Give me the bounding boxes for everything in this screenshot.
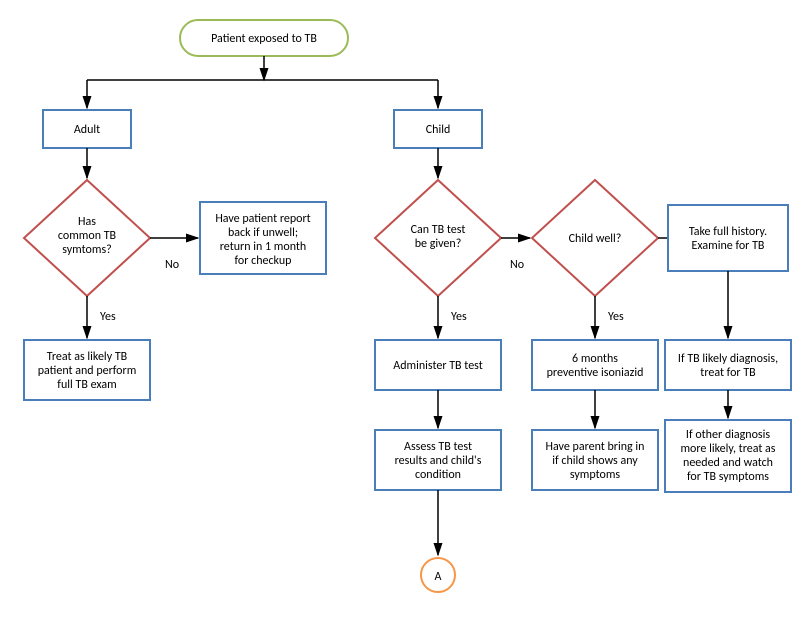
- svg-text:Yes: Yes: [451, 310, 467, 324]
- svg-text:Can TB test: Can TB test: [411, 223, 466, 237]
- svg-text:Yes: Yes: [608, 310, 624, 324]
- svg-text:6 months: 6 months: [572, 352, 618, 366]
- svg-text:if child shows any: if child shows any: [552, 454, 638, 468]
- svg-text:symtoms?: symtoms?: [62, 243, 111, 257]
- svg-text:Have parent bring in: Have parent bring in: [546, 440, 645, 454]
- svg-text:Yes: Yes: [100, 310, 116, 324]
- svg-text:more likely, treat as: more likely, treat as: [680, 442, 775, 456]
- svg-text:results and child's: results and child's: [395, 454, 482, 468]
- svg-text:be given?: be given?: [415, 237, 462, 251]
- svg-text:Examine for TB: Examine for TB: [692, 239, 765, 253]
- svg-text:condition: condition: [415, 468, 461, 482]
- svg-text:Have patient report: Have patient report: [215, 212, 310, 226]
- svg-text:back if unwell;: back if unwell;: [228, 226, 298, 240]
- svg-text:Assess TB test: Assess TB test: [404, 440, 472, 454]
- svg-text:treat for TB: treat for TB: [700, 366, 756, 380]
- svg-text:Child well?: Child well?: [569, 232, 622, 246]
- child-label: Child: [426, 123, 451, 137]
- svg-text:common TB: common TB: [58, 229, 117, 243]
- svg-text:No: No: [165, 258, 179, 272]
- svg-text:Take full history.: Take full history.: [689, 225, 767, 239]
- svg-text:full TB exam: full TB exam: [57, 378, 116, 392]
- svg-text:If TB likely diagnosis,: If TB likely diagnosis,: [678, 352, 778, 366]
- svg-text:preventive isoniazid: preventive isoniazid: [547, 366, 644, 380]
- svg-text:symptoms: symptoms: [570, 468, 621, 482]
- svg-text:If other diagnosis: If other diagnosis: [686, 428, 770, 442]
- svg-text:Treat as likely TB: Treat as likely TB: [47, 350, 128, 364]
- svg-text:No: No: [510, 258, 524, 272]
- svg-text:needed and watch: needed and watch: [683, 456, 773, 470]
- adult-label: Adult: [74, 123, 100, 137]
- svg-text:Administer TB test: Administer TB test: [393, 359, 483, 373]
- svg-text:for TB symptoms: for TB symptoms: [687, 470, 769, 484]
- tb-flowchart: Patient exposed to TB Adult Child Has co…: [0, 0, 800, 638]
- svg-text:A: A: [435, 570, 442, 584]
- svg-text:for checkup: for checkup: [235, 254, 292, 268]
- svg-text:return in 1 month: return in 1 month: [220, 240, 306, 254]
- svg-text:patient and perform: patient and perform: [38, 364, 137, 378]
- svg-text:Has: Has: [78, 215, 96, 229]
- start-label: Patient exposed to TB: [211, 32, 317, 46]
